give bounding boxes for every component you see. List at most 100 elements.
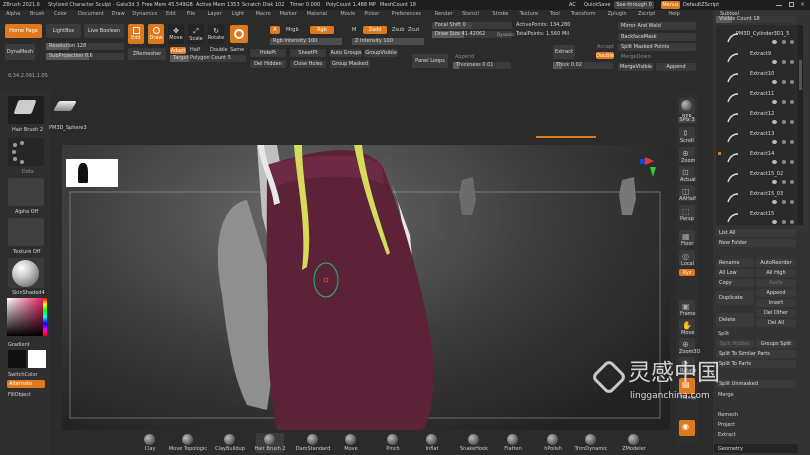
folder-toggle-icon[interactable]: [790, 160, 794, 164]
geometry-section-header[interactable]: Geometry: [714, 444, 798, 453]
del-hidden-button[interactable]: Del Hidden: [250, 60, 286, 68]
menu-help[interactable]: Help: [668, 12, 679, 17]
sheetpt-button[interactable]: SheetPt: [290, 49, 326, 57]
menu-render[interactable]: Render: [435, 12, 453, 17]
menu-brush[interactable]: Brush: [30, 12, 44, 17]
alternate-button[interactable]: Alternate: [7, 380, 45, 388]
brush-slot[interactable]: Pinch: [379, 433, 407, 453]
brush-toggle-icon[interactable]: [782, 100, 786, 104]
color-picker[interactable]: [7, 298, 45, 336]
append-subtool-button[interactable]: Append: [756, 289, 796, 297]
menu-zscript[interactable]: Zscript: [638, 12, 655, 17]
menu-layer[interactable]: Layer: [208, 12, 222, 17]
split-section-header[interactable]: Split: [718, 332, 729, 337]
subtool-item[interactable]: Extract15_03: [724, 190, 796, 208]
draw-button[interactable]: Draw: [148, 24, 164, 44]
folder-toggle-icon[interactable]: [790, 220, 794, 224]
all-high-button[interactable]: All High: [756, 269, 796, 277]
brush-toggle-icon[interactable]: [782, 200, 786, 204]
brush-slot[interactable]: Flatten: [499, 433, 527, 453]
folder-toggle-icon[interactable]: [790, 120, 794, 124]
menu-alpha[interactable]: Alpha: [6, 12, 20, 17]
menu-macro[interactable]: Macro: [256, 12, 271, 17]
rename-button[interactable]: Rename: [716, 259, 754, 267]
backface-mask-button[interactable]: BackfaceMask: [618, 33, 696, 41]
thick-slider[interactable]: Thick 0.02: [553, 62, 613, 69]
zadd-button[interactable]: Zadd: [363, 26, 387, 34]
del-all-button[interactable]: Del All: [756, 319, 796, 327]
panel-loops-button[interactable]: Panel Loops: [412, 54, 448, 68]
rgb-button[interactable]: Rgb: [310, 26, 334, 34]
extract-section-header[interactable]: Extract: [718, 433, 736, 438]
eye-icon[interactable]: [772, 140, 777, 144]
accept-button[interactable]: Accept: [597, 45, 614, 50]
mirror-and-weld-button[interactable]: Mirror And Weld: [618, 22, 696, 30]
autoreorder-button[interactable]: AutoReorder: [756, 259, 796, 267]
fill-object-button[interactable]: FillObject: [8, 393, 31, 398]
brush-slot[interactable]: SnakeHook: [460, 433, 488, 453]
scale-button[interactable]: ⤢ Scale: [188, 24, 204, 44]
list-all-button[interactable]: List All: [716, 229, 796, 237]
alpha-thumbnail[interactable]: [8, 178, 44, 206]
subtool-item[interactable]: Extract11: [724, 90, 796, 108]
dynamic-label[interactable]: Dynamic: [497, 33, 515, 37]
hidept-button[interactable]: HidePt: [250, 49, 286, 57]
append-button[interactable]: Append: [656, 63, 696, 71]
append-label[interactable]: Append: [455, 55, 474, 60]
bpr-button[interactable]: [679, 98, 695, 114]
eye-icon[interactable]: [772, 220, 777, 224]
split-unmasked-button[interactable]: Split Unmasked: [716, 380, 796, 388]
menu-draw[interactable]: Draw: [112, 12, 125, 17]
eye-icon[interactable]: [772, 200, 777, 204]
edit-button[interactable]: Edit: [128, 24, 144, 44]
all-low-button[interactable]: All Low: [716, 269, 754, 277]
menu-document[interactable]: Document: [78, 12, 104, 17]
brush-slot[interactable]: Inflat: [418, 433, 446, 453]
eye-icon[interactable]: [772, 80, 777, 84]
eye-icon[interactable]: [772, 60, 777, 64]
merge-down-button[interactable]: MergeDown: [621, 55, 651, 60]
same-button[interactable]: Same: [230, 48, 244, 53]
eye-icon[interactable]: [772, 120, 777, 124]
menu-zplugin[interactable]: Zplugin: [608, 12, 627, 17]
double-toggle[interactable]: Double: [596, 52, 614, 59]
canvas[interactable]: [62, 145, 670, 430]
del-other-button[interactable]: Del Other: [756, 309, 796, 317]
menu-stroke[interactable]: Stroke: [492, 12, 508, 17]
folder-toggle-icon[interactable]: [790, 140, 794, 144]
texture-thumbnail[interactable]: [8, 218, 44, 246]
duplicate-button[interactable]: Duplicate: [716, 291, 754, 305]
zsub-button[interactable]: Zsub: [392, 28, 404, 33]
paste-button[interactable]: Paste: [756, 279, 796, 287]
subtool-item[interactable]: Extract13: [724, 130, 796, 148]
subtool-item[interactable]: PM3D_Cylinder3D1_5: [724, 30, 796, 48]
xyz-button[interactable]: Xyz: [679, 269, 695, 276]
new-folder-button[interactable]: New Folder: [716, 239, 796, 247]
adapt-button[interactable]: Adapt: [170, 47, 186, 54]
menu-material[interactable]: Material: [307, 12, 327, 17]
minimize-icon[interactable]: [776, 5, 782, 6]
focal-shift-slider[interactable]: Focal Shift 0: [432, 22, 512, 29]
material-thumbnail[interactable]: [8, 258, 44, 288]
secondary-color-swatch[interactable]: [28, 350, 46, 368]
groups-split-button[interactable]: Groups Split: [756, 340, 796, 348]
brush-toggle-icon[interactable]: [782, 80, 786, 84]
folder-toggle-icon[interactable]: [790, 60, 794, 64]
folder-toggle-icon[interactable]: [790, 200, 794, 204]
menu-tool[interactable]: Tool: [550, 12, 560, 17]
brush-slot[interactable]: ZModeler: [620, 433, 648, 453]
subtool-scrollbar[interactable]: [798, 25, 803, 225]
a-button[interactable]: A: [270, 26, 280, 34]
mrgb-button[interactable]: Mrgb: [286, 28, 299, 33]
half-button[interactable]: Half: [190, 48, 200, 53]
quicksave-button[interactable]: QuickSave: [584, 3, 610, 8]
menu-transform[interactable]: Transform: [571, 12, 596, 17]
primary-color-swatch[interactable]: [8, 350, 26, 368]
brush-slot[interactable]: Clay: [136, 433, 164, 453]
group-visible-button[interactable]: GroupVisible: [364, 49, 398, 57]
menus-button[interactable]: Menus: [661, 1, 680, 9]
menu-picker[interactable]: Picker: [364, 12, 379, 17]
target-polygon-slider[interactable]: Target Polygon Count 5: [170, 55, 246, 62]
see-through-slider[interactable]: See-through 0: [614, 1, 654, 9]
solo-button[interactable]: ◉: [679, 420, 695, 436]
